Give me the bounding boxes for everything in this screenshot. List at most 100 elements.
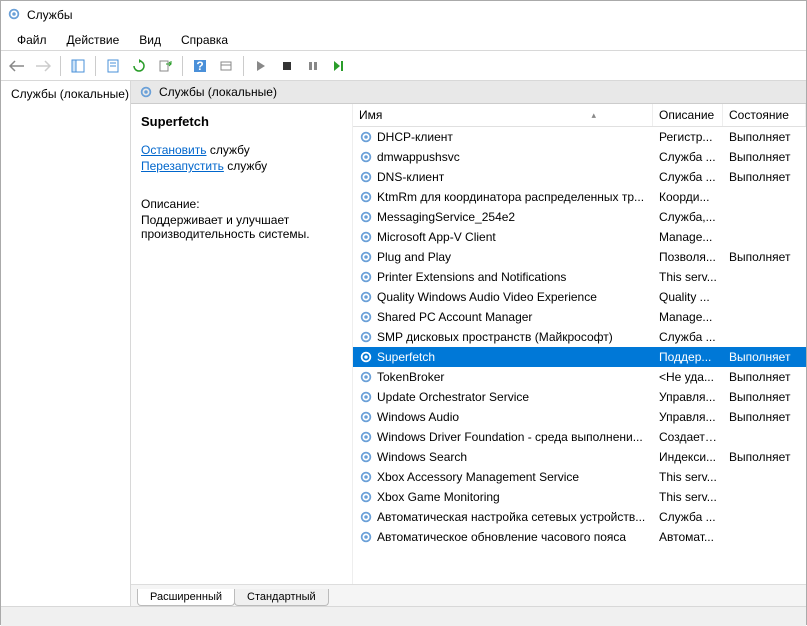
gear-icon bbox=[359, 210, 373, 224]
cell-description: Служба ... bbox=[653, 510, 723, 524]
table-row[interactable]: TokenBroker<Не уда...Выполняет bbox=[353, 367, 806, 387]
service-name-text: Автоматическое обновление часового пояса bbox=[377, 530, 626, 544]
detail-pane: Superfetch Остановить службу Перезапусти… bbox=[131, 104, 353, 584]
cell-status: Выполняет bbox=[723, 130, 806, 144]
menu-view[interactable]: Вид bbox=[129, 31, 171, 49]
service-name-text: Windows Driver Foundation - среда выполн… bbox=[377, 430, 643, 444]
toolbar: ? bbox=[1, 51, 806, 81]
cell-description: Quality ... bbox=[653, 290, 723, 304]
cell-name: KtmRm для координатора распределенных тр… bbox=[353, 190, 653, 204]
table-row[interactable]: DNS-клиентСлужба ...Выполняет bbox=[353, 167, 806, 187]
refresh-button[interactable] bbox=[127, 54, 151, 78]
gear-icon bbox=[139, 85, 153, 99]
start-service-button[interactable] bbox=[249, 54, 273, 78]
cell-status: Выполняет bbox=[723, 390, 806, 404]
menu-help[interactable]: Справка bbox=[171, 31, 238, 49]
cell-description: This serv... bbox=[653, 490, 723, 504]
help-button[interactable]: ? bbox=[188, 54, 212, 78]
cell-name: SMP дисковых пространств (Майкрософт) bbox=[353, 330, 653, 344]
tab-extended[interactable]: Расширенный bbox=[137, 589, 235, 606]
cell-description: Управля... bbox=[653, 390, 723, 404]
stop-service-link[interactable]: Остановить bbox=[141, 143, 207, 157]
table-row[interactable]: SMP дисковых пространств (Майкрософт)Слу… bbox=[353, 327, 806, 347]
table-row[interactable]: Printer Extensions and NotificationsThis… bbox=[353, 267, 806, 287]
table-row[interactable]: Update Orchestrator Service Управля...Вып… bbox=[353, 387, 806, 407]
gear-icon bbox=[359, 450, 373, 464]
export-button[interactable] bbox=[153, 54, 177, 78]
gear-icon bbox=[359, 350, 373, 364]
toolbar-separator bbox=[60, 56, 61, 76]
cell-description: Регистр... bbox=[653, 130, 723, 144]
table-row[interactable]: Plug and PlayПозволя...Выполняет bbox=[353, 247, 806, 267]
forward-button[interactable] bbox=[31, 54, 55, 78]
cell-name: Printer Extensions and Notifications bbox=[353, 270, 653, 284]
stop-service-button[interactable] bbox=[275, 54, 299, 78]
gear-icon bbox=[359, 290, 373, 304]
column-status[interactable]: Состояние bbox=[723, 104, 806, 126]
table-row[interactable]: Quality Windows Audio Video ExperienceQu… bbox=[353, 287, 806, 307]
table-row[interactable]: Windows SearchИндекси...Выполняет bbox=[353, 447, 806, 467]
cell-name: Shared PC Account Manager bbox=[353, 310, 653, 324]
table-row[interactable]: Windows AudioУправля...Выполняет bbox=[353, 407, 806, 427]
stop-service-line: Остановить службу bbox=[141, 143, 342, 157]
gear-icon bbox=[359, 170, 373, 184]
service-name-text: Update Orchestrator Service bbox=[377, 390, 529, 404]
description-text: Поддерживает и улучшает производительнос… bbox=[141, 213, 342, 241]
service-name-text: Shared PC Account Manager bbox=[377, 310, 532, 324]
gear-icon bbox=[359, 530, 373, 544]
menu-action[interactable]: Действие bbox=[57, 31, 130, 49]
list-body[interactable]: DHCP-клиентРегистр...Выполняетdmwappushs… bbox=[353, 127, 806, 584]
table-row[interactable]: DHCP-клиентРегистр...Выполняет bbox=[353, 127, 806, 147]
detail-service-name: Superfetch bbox=[141, 114, 342, 129]
column-description[interactable]: Описание bbox=[653, 104, 723, 126]
cell-description: <Не уда... bbox=[653, 370, 723, 384]
table-row[interactable]: Windows Driver Foundation - среда выполн… bbox=[353, 427, 806, 447]
restart-service-button[interactable] bbox=[327, 54, 351, 78]
cell-description: Создает ... bbox=[653, 430, 723, 444]
table-row[interactable]: Microsoft App-V ClientManage... bbox=[353, 227, 806, 247]
cell-description: Управля... bbox=[653, 410, 723, 424]
restart-service-link[interactable]: Перезапустить bbox=[141, 159, 224, 173]
menu-file[interactable]: Файл bbox=[7, 31, 57, 49]
table-row[interactable]: Xbox Accessory Management Service This se… bbox=[353, 467, 806, 487]
cell-description: Позволя... bbox=[653, 250, 723, 264]
cell-name: dmwappushsvc bbox=[353, 150, 653, 164]
tab-standard[interactable]: Стандартный bbox=[234, 589, 329, 606]
cell-description: This serv... bbox=[653, 470, 723, 484]
table-row[interactable]: Shared PC Account ManagerManage... bbox=[353, 307, 806, 327]
cell-description: Автомат... bbox=[653, 530, 723, 544]
show-hide-button[interactable] bbox=[66, 54, 90, 78]
cell-name: Superfetch bbox=[353, 350, 653, 364]
service-name-text: Xbox Accessory Management Service bbox=[377, 470, 579, 484]
gear-icon bbox=[359, 490, 373, 504]
column-name[interactable]: Имя ▴ bbox=[353, 104, 653, 126]
table-row[interactable]: dmwappushsvcСлужба ...Выполняет bbox=[353, 147, 806, 167]
restart-service-line: Перезапустить службу bbox=[141, 159, 342, 173]
cell-name: TokenBroker bbox=[353, 370, 653, 384]
table-row[interactable]: Автоматическая настройка сетевых устройс… bbox=[353, 507, 806, 527]
toolbar-extra-button[interactable] bbox=[214, 54, 238, 78]
cell-name: DNS-клиент bbox=[353, 170, 653, 184]
main-pane: Службы (локальные) Superfetch Остановить… bbox=[131, 81, 806, 606]
titlebar: Службы bbox=[1, 1, 806, 29]
properties-button[interactable] bbox=[101, 54, 125, 78]
cell-status: Выполняет bbox=[723, 170, 806, 184]
cell-description: Коорди... bbox=[653, 190, 723, 204]
gear-icon bbox=[359, 270, 373, 284]
service-name-text: MessagingService_254e2 bbox=[377, 210, 515, 224]
table-row[interactable]: SuperfetchПоддер...Выполняет bbox=[353, 347, 806, 367]
service-name-text: Windows Audio bbox=[377, 410, 459, 424]
pause-service-button[interactable] bbox=[301, 54, 325, 78]
tree-root-item[interactable]: Службы (локальные) bbox=[3, 85, 128, 103]
cell-status: Выполняет bbox=[723, 370, 806, 384]
table-row[interactable]: MessagingService_254e2 Служба,... bbox=[353, 207, 806, 227]
table-row[interactable]: KtmRm для координатора распределенных тр… bbox=[353, 187, 806, 207]
table-row[interactable]: Xbox Game Monitoring This serv... bbox=[353, 487, 806, 507]
window-title: Службы bbox=[27, 8, 72, 22]
cell-description: Служба,... bbox=[653, 210, 723, 224]
back-button[interactable] bbox=[5, 54, 29, 78]
service-name-text: Xbox Game Monitoring bbox=[377, 490, 500, 504]
gear-icon bbox=[359, 150, 373, 164]
table-row[interactable]: Автоматическое обновление часового пояса… bbox=[353, 527, 806, 547]
cell-name: Update Orchestrator Service bbox=[353, 390, 653, 404]
